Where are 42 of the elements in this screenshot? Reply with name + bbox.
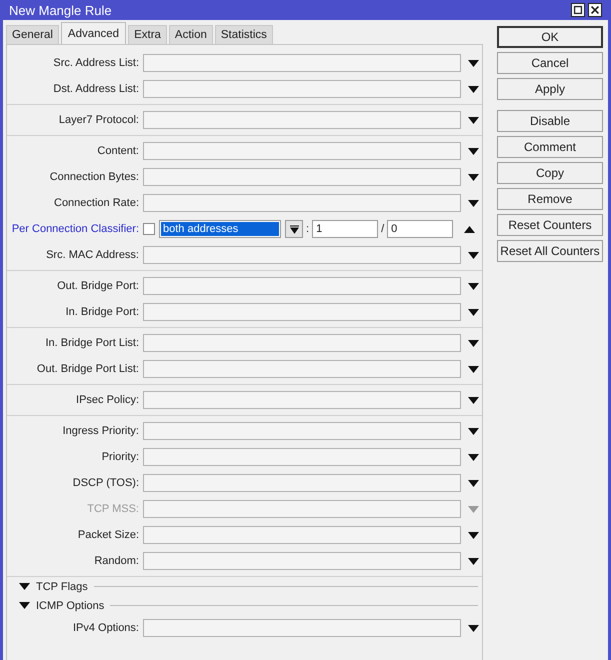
field-label: Out. Bridge Port List: (36, 363, 140, 375)
tab[interactable]: General (6, 25, 59, 44)
separator-text: / (380, 223, 386, 235)
field-label: Per Connection Classifier: (10, 223, 140, 235)
field-label: IPv4 Options: (72, 622, 140, 634)
field-label: Connection Bytes: (48, 171, 140, 183)
field-label: Dst. Address List: (52, 83, 140, 95)
tab[interactable]: Action (168, 25, 213, 44)
dialog-button[interactable]: Reset All Counters (497, 240, 603, 262)
field-label: TCP MSS: (86, 503, 140, 515)
section-label[interactable]: ICMP Options (36, 600, 104, 612)
dialog-button[interactable]: Copy (497, 162, 603, 184)
dialog-button[interactable]: Apply (497, 78, 603, 100)
dialog-button[interactable]: Reset Counters (497, 214, 603, 236)
field-label: Out. Bridge Port: (56, 280, 140, 292)
section-label[interactable]: TCP Flags (36, 580, 88, 592)
tab[interactable]: Extra (128, 25, 167, 44)
number-field[interactable]: 1 (312, 220, 378, 238)
dialog-button[interactable]: Comment (497, 136, 603, 158)
field-label: In. Bridge Port List: (44, 337, 140, 349)
field-label: In. Bridge Port: (64, 306, 140, 318)
separator-text: : (305, 223, 310, 235)
field-label: Priority: (100, 451, 140, 463)
dialog-button[interactable]: OK (497, 26, 603, 48)
window-title: New Mangle Rule (9, 2, 112, 18)
field-label: Ingress Priority: (62, 425, 140, 437)
field-label: IPsec Policy: (75, 394, 140, 406)
field-label: Src. MAC Address: (45, 249, 140, 261)
mode-select[interactable]: both addresses (159, 220, 281, 238)
tab[interactable]: Statistics (214, 25, 273, 44)
dialog-button[interactable]: Cancel (497, 52, 603, 74)
field-label: Src. Address List: (52, 57, 140, 69)
field-label: Layer7 Protocol: (58, 114, 140, 126)
number-field[interactable]: 0 (387, 220, 454, 238)
field-label: Random: (93, 555, 140, 567)
tab[interactable]: Advanced (60, 22, 126, 44)
field-label: Packet Size: (76, 529, 140, 541)
field-label: DSCP (TOS): (72, 477, 140, 489)
field-label: Content: (96, 145, 140, 157)
field-label: Connection Rate: (53, 197, 140, 209)
dialog-button[interactable]: Disable (497, 110, 603, 132)
dialog-button[interactable]: Remove (497, 188, 603, 210)
